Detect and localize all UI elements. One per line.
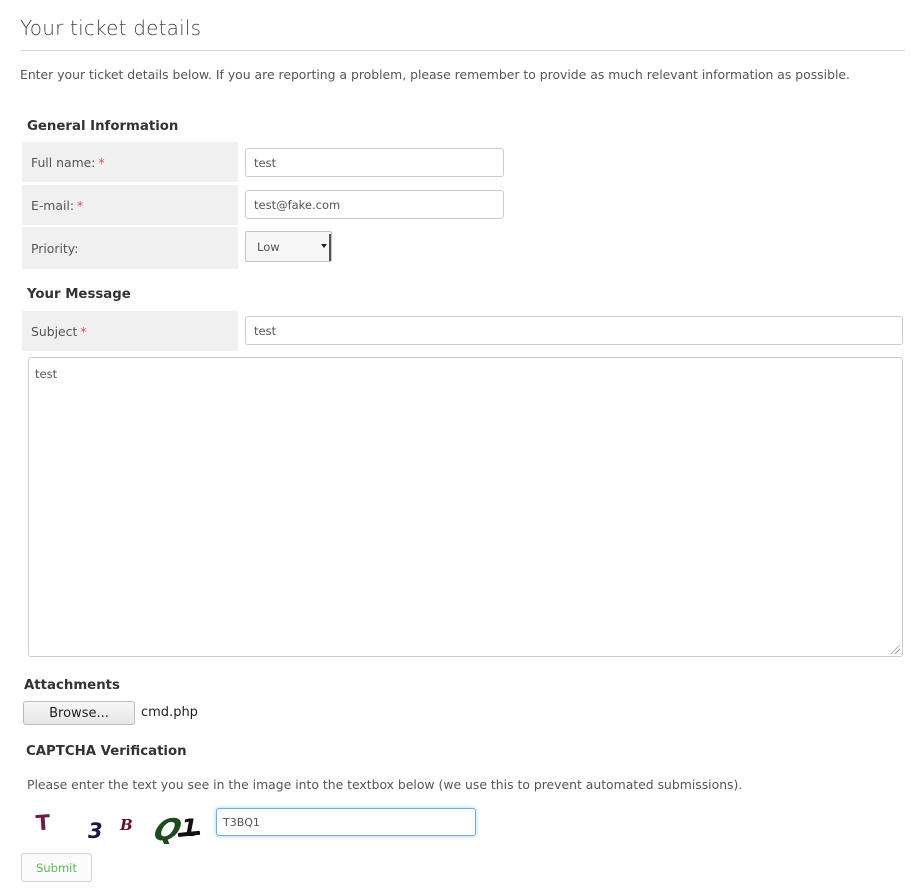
subject-input[interactable]: test <box>245 316 903 345</box>
chevron-down-icon <box>321 244 327 248</box>
required-asterisk: * <box>80 323 87 339</box>
selected-file-name: cmd.php <box>141 705 198 720</box>
attachments-heading: Attachments <box>24 678 120 693</box>
captcha-input[interactable]: T3BQ1 <box>216 808 476 836</box>
captcha-image: T 3 B Q 1 <box>28 808 210 848</box>
general-information-heading: General Information <box>27 119 179 134</box>
email-input[interactable]: test@fake.com <box>245 190 504 219</box>
submit-button[interactable]: Submit <box>21 853 92 882</box>
svg-text:3: 3 <box>88 819 103 843</box>
priority-selected-value: Low <box>257 239 280 254</box>
full-name-input[interactable]: test <box>245 148 504 177</box>
select-edge <box>329 234 331 261</box>
svg-text:T: T <box>35 810 52 835</box>
priority-select[interactable]: Low <box>245 231 332 262</box>
subject-label-cell: Subject * <box>22 311 238 351</box>
subject-label: Subject <box>31 323 78 339</box>
captcha-instructions: Please enter the text you see in the ima… <box>27 777 743 792</box>
intro-text: Enter your ticket details below. If you … <box>20 67 850 82</box>
title-divider <box>20 50 905 51</box>
full-name-label-cell: Full name: * <box>22 142 238 182</box>
resize-handle-icon[interactable] <box>891 645 900 654</box>
page-title: Your ticket details <box>20 16 202 40</box>
captcha-graphic: T 3 B Q 1 <box>35 810 201 848</box>
your-message-heading: Your Message <box>27 287 131 302</box>
required-asterisk: * <box>77 197 84 213</box>
priority-label: Priority: <box>31 240 79 256</box>
required-asterisk: * <box>98 154 105 170</box>
browse-button[interactable]: Browse... <box>23 701 135 725</box>
priority-label-cell: Priority: <box>22 227 238 269</box>
message-text: test <box>35 367 58 381</box>
captcha-heading: CAPTCHA Verification <box>26 744 187 759</box>
message-textarea[interactable]: test <box>28 357 903 657</box>
full-name-label: Full name: <box>31 154 96 170</box>
svg-text:1: 1 <box>181 814 198 842</box>
email-label-cell: E-mail: * <box>22 185 238 225</box>
email-label: E-mail: <box>31 197 75 213</box>
svg-text:B: B <box>119 816 133 834</box>
